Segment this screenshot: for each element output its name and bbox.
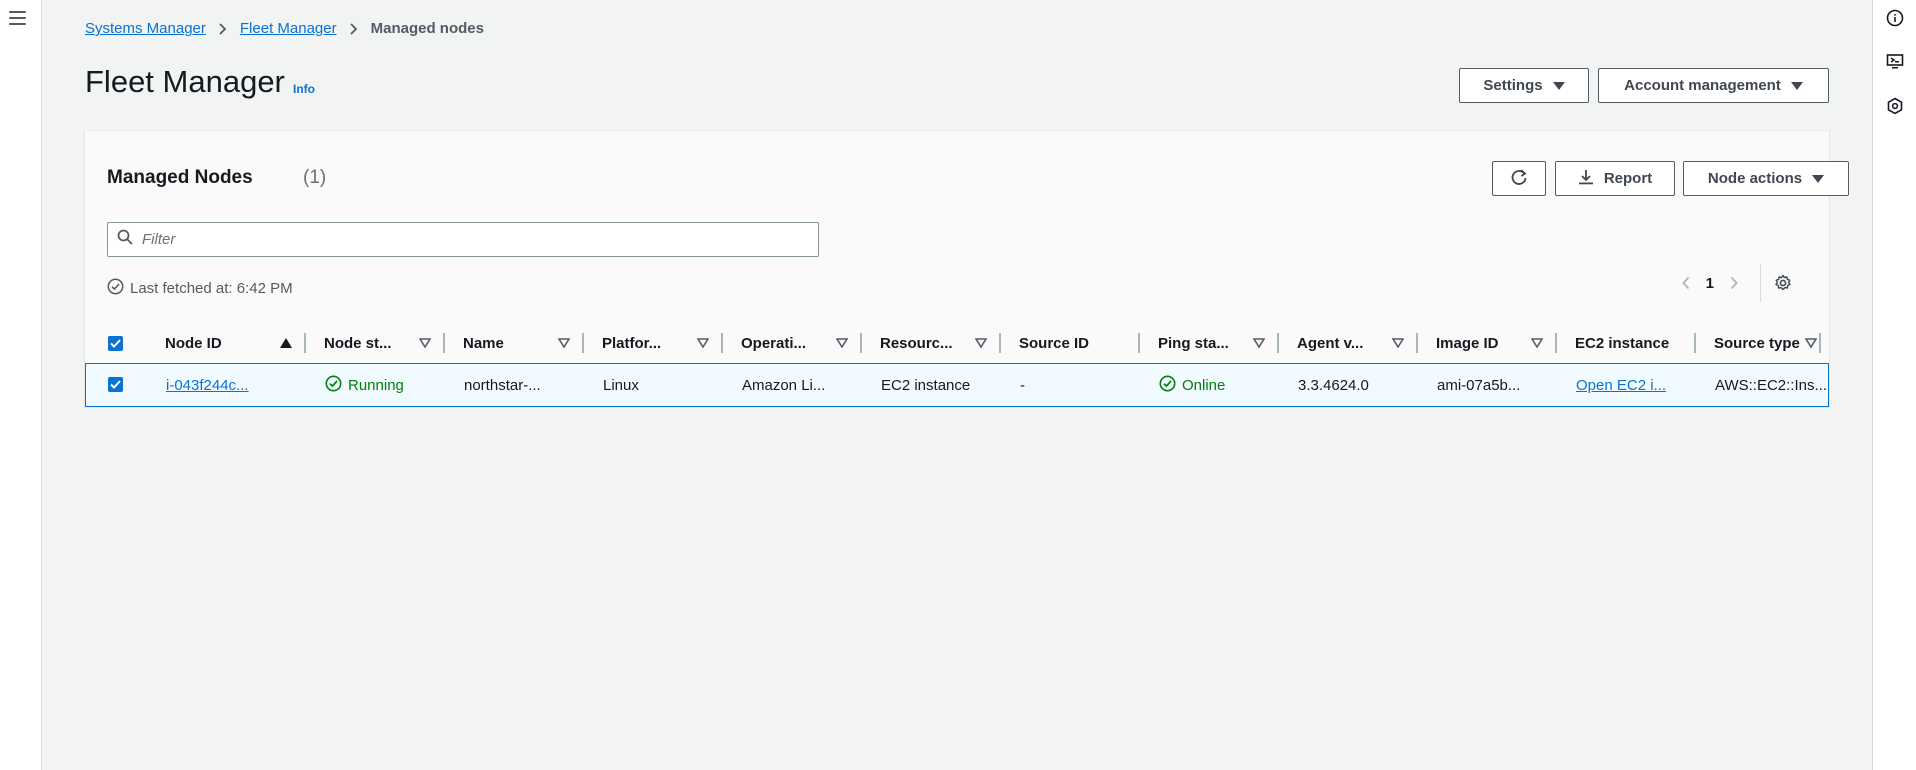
breadcrumb: Systems Manager Fleet Manager Managed no… (85, 20, 484, 37)
managed-nodes-table: Node ID Node st... Name Platfor... Opera… (85, 327, 1829, 407)
caret-down-icon (1812, 174, 1825, 183)
caret-down-icon (1790, 81, 1803, 90)
chevron-right-icon (218, 22, 228, 35)
col-platform[interactable]: Platfor... (582, 327, 721, 359)
cloudshell-icon[interactable] (1884, 50, 1906, 72)
filter-triangle-icon (835, 335, 849, 352)
panel-title: Managed Nodes (107, 167, 253, 188)
settings-button[interactable]: Settings (1459, 68, 1589, 103)
col-operating-system[interactable]: Operati... (721, 327, 860, 359)
open-ec2-instance-link[interactable]: Open EC2 i... (1576, 377, 1666, 394)
filter-triangle-icon (1530, 335, 1544, 352)
platform-cell: Linux (603, 376, 639, 394)
page-title: Fleet Manager (85, 64, 285, 99)
ping-status-cell: Online (1139, 364, 1278, 406)
col-node-status[interactable]: Node st... (304, 327, 443, 359)
last-fetched: Last fetched at: 6:42 PM (107, 278, 293, 299)
refresh-icon (1509, 167, 1529, 191)
filter-triangle-icon (696, 335, 710, 352)
main-content: Systems Manager Fleet Manager Managed no… (43, 0, 1871, 770)
name-cell: northstar-... (464, 376, 541, 394)
filter-triangle-icon (557, 335, 571, 352)
caret-down-icon (1552, 81, 1565, 90)
col-source-id[interactable]: Source ID (999, 327, 1138, 359)
select-all-checkbox[interactable] (108, 336, 123, 351)
refresh-button[interactable] (1492, 161, 1546, 196)
table-header: Node ID Node st... Name Platfor... Opera… (85, 327, 1829, 359)
node-actions-label: Node actions (1707, 170, 1803, 187)
menu-icon[interactable] (9, 9, 29, 27)
breadcrumb-fleet-manager[interactable]: Fleet Manager (240, 20, 337, 37)
table-row[interactable]: i-043f244c... Running northstar-... Linu… (85, 363, 1829, 407)
filter-triangle-icon (1252, 335, 1266, 352)
check-circle-icon (107, 278, 124, 299)
node-actions-button[interactable]: Node actions (1683, 161, 1849, 196)
filter-field[interactable] (107, 222, 819, 257)
last-fetched-text: Last fetched at: 6:42 PM (130, 280, 293, 297)
account-management-label: Account management (1624, 77, 1781, 94)
filter-input[interactable] (142, 231, 802, 248)
row-checkbox[interactable] (108, 377, 123, 392)
filter-triangle-icon (974, 335, 988, 352)
chevron-right-icon[interactable] (1722, 271, 1746, 295)
right-tools-rail (1872, 0, 1916, 770)
ec2-instance-cell: Open EC2 i... (1556, 364, 1695, 406)
filter-triangle-icon (418, 335, 432, 352)
chevron-right-icon (349, 22, 359, 35)
col-ec2-instance[interactable]: EC2 instance (1555, 327, 1694, 359)
col-ping-status[interactable]: Ping sta... (1138, 327, 1277, 359)
agent-version-cell: 3.3.4624.0 (1298, 376, 1369, 394)
col-agent-version[interactable]: Agent v... (1277, 327, 1416, 359)
pagination: 1 (1674, 264, 1795, 302)
source-id-cell: - (1020, 376, 1025, 394)
check-circle-icon (1159, 375, 1176, 396)
account-management-button[interactable]: Account management (1598, 68, 1829, 103)
chevron-left-icon[interactable] (1674, 271, 1698, 295)
download-icon (1578, 169, 1594, 189)
info-icon[interactable] (1884, 7, 1906, 29)
breadcrumb-systems-manager[interactable]: Systems Manager (85, 20, 206, 37)
col-resource-type[interactable]: Resourc... (860, 327, 999, 359)
image-id-cell: ami-07a5b... (1437, 376, 1521, 394)
report-button[interactable]: Report (1555, 161, 1675, 196)
info-link[interactable]: Info (293, 82, 315, 96)
col-node-id[interactable]: Node ID (165, 327, 304, 359)
settings-label: Settings (1483, 77, 1543, 94)
node-id-link[interactable]: i-043f244c... (166, 364, 266, 406)
search-icon (117, 229, 133, 250)
gear-icon[interactable] (1771, 271, 1795, 295)
col-name[interactable]: Name (443, 327, 582, 359)
check-circle-icon (325, 375, 342, 396)
page-number[interactable]: 1 (1706, 275, 1714, 292)
filter-triangle-icon (1804, 335, 1818, 352)
os-cell: Amazon Li... (742, 376, 826, 394)
node-status-cell: Running (305, 364, 425, 406)
report-label: Report (1603, 170, 1653, 187)
panel-count: (1) (303, 167, 327, 188)
feedback-icon[interactable] (1884, 95, 1906, 117)
managed-nodes-panel: Managed Nodes (1) Report Node actions Fi… (85, 130, 1849, 407)
filter-triangle-icon (1391, 335, 1405, 352)
left-nav-rail (0, 0, 42, 770)
source-type-cell: AWS::EC2::Ins... (1715, 376, 1827, 394)
sort-ascending-icon (280, 335, 292, 352)
column-resizer[interactable] (1819, 333, 1821, 353)
pager-divider (1760, 264, 1761, 302)
col-source-type[interactable]: Source type (1694, 327, 1829, 359)
breadcrumb-current: Managed nodes (370, 20, 484, 37)
resource-type-cell: EC2 instance (881, 376, 971, 394)
col-image-id[interactable]: Image ID (1416, 327, 1555, 359)
